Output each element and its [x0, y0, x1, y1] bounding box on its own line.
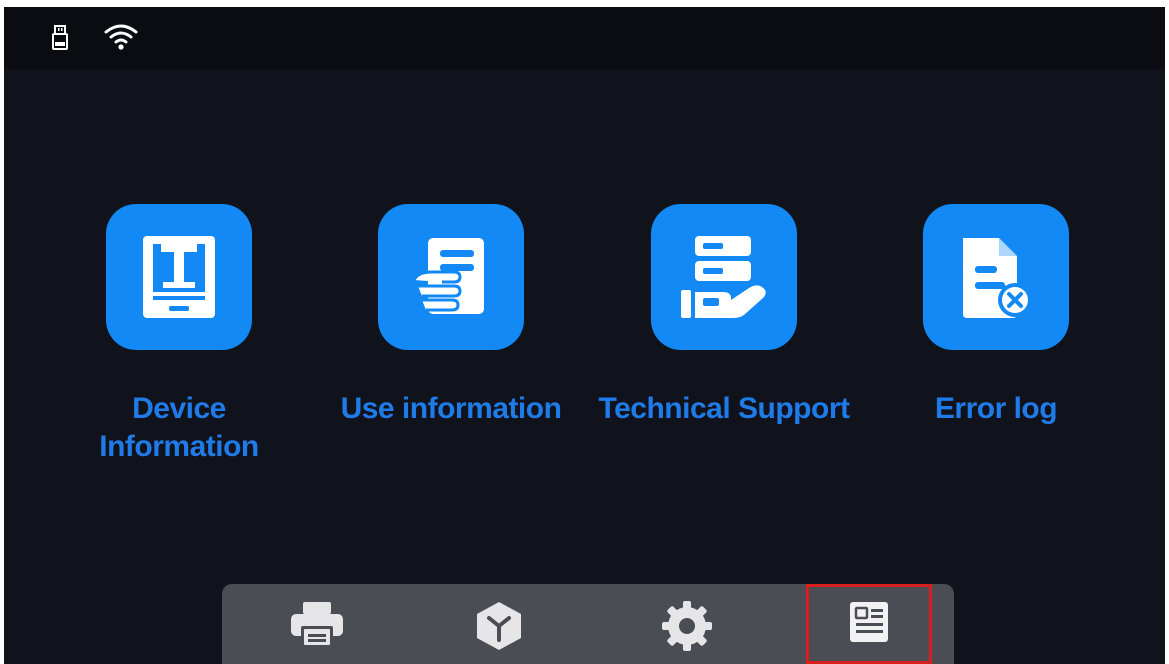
error-log-tile[interactable]: Error log	[866, 204, 1126, 484]
hand-document-icon	[378, 204, 524, 350]
server-hand-icon	[651, 204, 797, 350]
technical-support-label: Technical Support	[598, 392, 850, 425]
resin-cube-icon	[473, 600, 525, 657]
document-error-icon	[923, 204, 1069, 350]
printer-icon	[289, 600, 345, 651]
info-document-icon	[848, 600, 890, 649]
nav-resin-button[interactable]	[436, 584, 562, 664]
nav-info-button[interactable]	[806, 584, 932, 664]
use-information-tile[interactable]: Use information	[321, 204, 581, 484]
device-information-label: Device Information	[99, 392, 259, 463]
status-bar	[4, 7, 1165, 69]
usb-drive-icon	[51, 25, 69, 56]
bottom-nav-bar	[222, 584, 954, 664]
use-information-label: Use information	[340, 392, 562, 425]
info-screen: Device Information Use information Techn…	[4, 7, 1165, 664]
device-information-tile[interactable]: Device Information	[49, 204, 309, 484]
printer-frame-icon	[106, 204, 252, 350]
error-log-label: Error log	[934, 392, 1058, 425]
wifi-icon	[104, 23, 138, 56]
nav-settings-button[interactable]	[624, 584, 750, 664]
technical-support-tile[interactable]: Technical Support	[594, 204, 854, 484]
gear-icon	[661, 600, 713, 657]
nav-print-button[interactable]	[254, 584, 380, 664]
